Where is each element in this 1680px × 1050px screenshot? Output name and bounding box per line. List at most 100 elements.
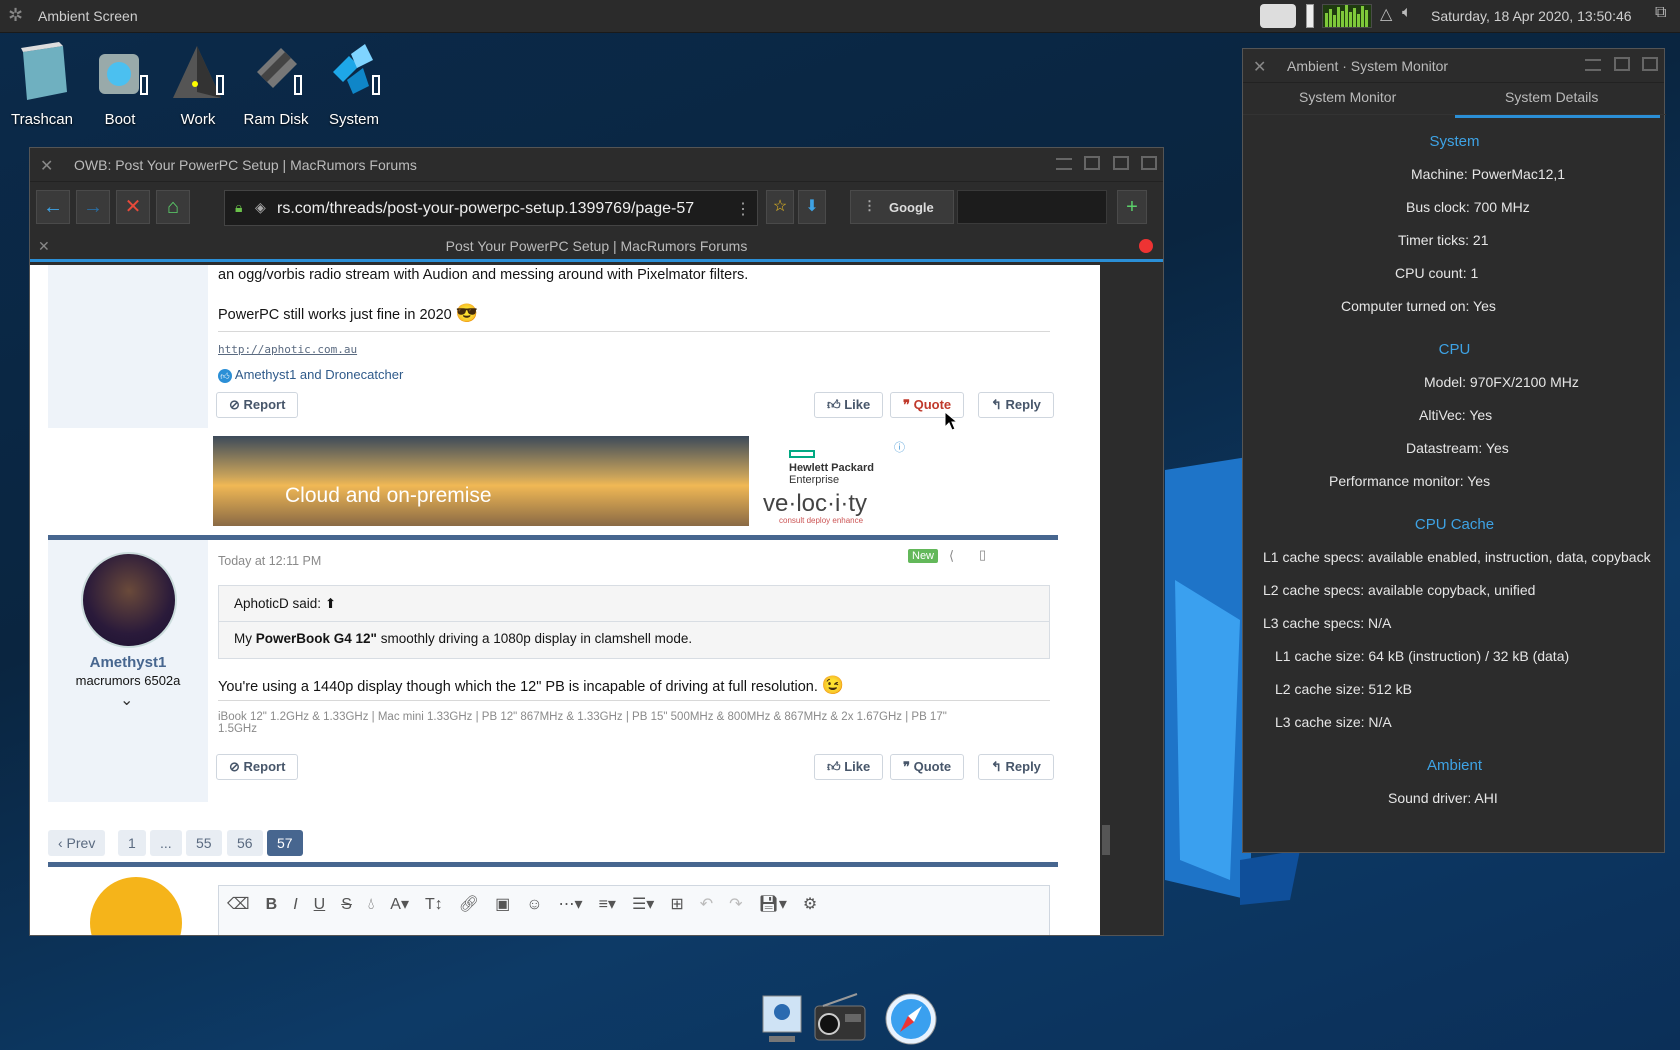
ad-info-icon[interactable]: ⓘ bbox=[894, 439, 905, 455]
external-link-icon[interactable]: ⧉ bbox=[1655, 4, 1666, 28]
page-button[interactable]: 1 bbox=[118, 830, 146, 856]
list-icon[interactable]: ☰▾ bbox=[632, 894, 654, 914]
share-icon[interactable]: ⟨ bbox=[949, 548, 954, 564]
page-scrollbar[interactable] bbox=[1100, 265, 1112, 935]
current-page-button[interactable]: 57 bbox=[267, 830, 303, 856]
clock[interactable]: Saturday, 18 Apr 2020, 13:50:46 bbox=[1431, 8, 1632, 24]
dock-radio-icon[interactable] bbox=[813, 992, 867, 1046]
more-options-icon[interactable]: ⋯▾ bbox=[559, 894, 583, 914]
dock-compass-icon[interactable] bbox=[884, 992, 938, 1046]
prev-page-button[interactable]: ‹ Prev bbox=[48, 830, 106, 856]
signature-link[interactable]: http://aphotic.com.au bbox=[218, 343, 357, 356]
align-icon[interactable]: ≡▾ bbox=[599, 894, 616, 914]
search-engine-label: Google bbox=[889, 200, 934, 215]
ad-brand: Hewlett Packard bbox=[789, 462, 874, 474]
sysmon-titlebar[interactable]: ✕ Ambient · System Monitor bbox=[1243, 49, 1664, 83]
browser-titlebar[interactable]: ✕ OWB: Post Your PowerPC Setup | MacRumo… bbox=[30, 148, 1163, 182]
advertisement[interactable]: Cloud and on-premise Hewlett Packard Ent… bbox=[213, 436, 909, 526]
scrollbar-thumb[interactable] bbox=[1102, 825, 1110, 855]
alert-icon[interactable]: △ bbox=[1380, 4, 1392, 28]
reply-editor[interactable]: ⌫ B I U S 💧︎ A▾ T↕ 🔗︎ ▣ ☺ ⋯▾ ≡▾ ☰▾ ⊞ ↶ ↷ 💾︎▾ ⚙ bbox=[218, 885, 1050, 935]
desktop-icon-ram-disk[interactable]: Ram Disk bbox=[236, 42, 316, 128]
dock-monitor-icon[interactable] bbox=[755, 992, 809, 1046]
zoom-icon[interactable] bbox=[1613, 57, 1630, 71]
depth-icon[interactable] bbox=[1141, 156, 1157, 170]
depth-icon[interactable] bbox=[1642, 57, 1658, 71]
reply-button[interactable]: ↰ Reply bbox=[978, 392, 1054, 418]
color-icon[interactable]: 💧︎ bbox=[368, 896, 374, 914]
home-button[interactable]: ⌂ bbox=[156, 190, 190, 224]
undo-icon[interactable]: ↶ bbox=[700, 894, 713, 914]
username[interactable]: Amethyst1 bbox=[48, 654, 208, 671]
camera-icon[interactable] bbox=[1260, 4, 1296, 28]
url-input[interactable]: rs.com/threads/post-your-powerpc-setup.1… bbox=[277, 200, 694, 218]
close-window-icon[interactable]: ✕ bbox=[40, 156, 53, 176]
like-button[interactable]: 👍︎ Like bbox=[814, 392, 884, 418]
underline-icon[interactable]: U bbox=[314, 896, 326, 914]
font-family-icon[interactable]: A▾ bbox=[390, 894, 409, 914]
strikethrough-icon[interactable]: S bbox=[341, 896, 352, 914]
avatar[interactable] bbox=[81, 552, 177, 648]
quote-header[interactable]: AphoticD said: ⬆ bbox=[219, 586, 1049, 622]
tab-bar: ✕ Post Your PowerPC Setup | MacRumors Fo… bbox=[30, 232, 1163, 262]
tab-system-monitor[interactable]: System Monitor bbox=[1299, 89, 1396, 105]
tab-system-details[interactable]: System Details bbox=[1505, 89, 1598, 105]
stop-button[interactable]: ✕ bbox=[116, 190, 150, 224]
smiley-icon[interactable]: ☺ bbox=[526, 896, 542, 914]
italic-icon[interactable]: I bbox=[293, 896, 297, 914]
forward-button[interactable]: → bbox=[76, 190, 110, 224]
zoom-icon[interactable] bbox=[1112, 156, 1129, 170]
bookmark-star-button[interactable]: ☆ bbox=[766, 190, 794, 224]
reactions[interactable]: 👍︎ Amethyst1 and Dronecatcher bbox=[218, 367, 403, 383]
desktop-icon-system[interactable]: System bbox=[314, 42, 394, 128]
menu-icon[interactable] bbox=[1585, 59, 1602, 71]
shield-icon: ◈ bbox=[255, 199, 266, 215]
redo-icon[interactable]: ↷ bbox=[729, 894, 742, 914]
page-ellipsis-button[interactable]: ... bbox=[150, 830, 182, 856]
link-icon[interactable]: 🔗︎ bbox=[459, 894, 479, 914]
page-button[interactable]: 55 bbox=[186, 830, 222, 856]
quote-button[interactable]: ❞ Quote bbox=[890, 754, 965, 780]
ad-brand: Enterprise bbox=[789, 474, 840, 486]
bookmark-icon[interactable]: ▯ bbox=[979, 547, 986, 563]
download-button[interactable]: ⬇ bbox=[798, 190, 826, 224]
reply-button[interactable]: ↰ Reply bbox=[978, 754, 1054, 780]
font-size-icon[interactable]: T↕ bbox=[425, 896, 443, 914]
url-bar[interactable]: 🔒︎ ◈ rs.com/threads/post-your-powerpc-se… bbox=[224, 190, 758, 226]
arrow-up-circle-icon[interactable]: ⬆ bbox=[325, 596, 336, 611]
page-button[interactable]: 56 bbox=[227, 830, 263, 856]
desktop-icon-boot[interactable]: Boot bbox=[80, 42, 160, 128]
chevron-down-icon[interactable]: ⌄ bbox=[120, 690, 133, 710]
search-input[interactable] bbox=[957, 190, 1107, 224]
close-window-icon[interactable]: ✕ bbox=[1253, 57, 1266, 77]
desktop-icon-label: Ram Disk bbox=[243, 111, 309, 128]
report-button[interactable]: ⊘ Report bbox=[216, 392, 299, 418]
bus-clock-row: Bus clock: 700 MHz bbox=[1406, 199, 1530, 215]
save-draft-icon[interactable]: 💾︎▾ bbox=[759, 894, 787, 914]
ad-tagline: ve·loc·i·ty bbox=[763, 490, 868, 517]
tab-title[interactable]: Post Your PowerPC Setup | MacRumors Foru… bbox=[30, 238, 1163, 254]
bold-icon[interactable]: B bbox=[266, 896, 278, 914]
new-tab-button[interactable]: + bbox=[1117, 190, 1147, 224]
volume-icon[interactable]: 🔈︎ bbox=[1402, 4, 1412, 28]
more-vertical-icon[interactable]: ⋮ bbox=[735, 199, 751, 219]
back-button[interactable]: ← bbox=[36, 190, 70, 224]
table-icon[interactable]: ⊞ bbox=[670, 894, 683, 914]
eraser-icon[interactable]: ⌫ bbox=[227, 894, 250, 914]
gear-icon[interactable]: ⚙ bbox=[803, 894, 817, 914]
system-monitor-window: ✕ Ambient · System Monitor System Monito… bbox=[1242, 48, 1666, 853]
menu-icon[interactable] bbox=[1055, 158, 1072, 170]
ambient-logo-icon[interactable]: ✲ bbox=[8, 5, 30, 27]
reactions-text[interactable]: Amethyst1 and Dronecatcher bbox=[235, 367, 403, 382]
desktop-icon-label: System bbox=[328, 111, 379, 128]
image-icon[interactable]: ▣ bbox=[495, 894, 510, 914]
reply-avatar bbox=[90, 877, 182, 935]
iconify-icon[interactable] bbox=[1084, 156, 1101, 170]
report-button[interactable]: ⊘ Report bbox=[216, 754, 299, 780]
search-engine-selector[interactable]: ⋮ Google bbox=[850, 190, 954, 224]
post-date[interactable]: Today at 12:11 PM bbox=[218, 554, 321, 568]
like-button[interactable]: 👍︎ Like bbox=[814, 754, 884, 780]
signature: iBook 12" 1.2GHz & 1.33GHz | Mac mini 1.… bbox=[218, 711, 947, 735]
desktop-icon-trashcan[interactable]: Trashcan bbox=[2, 42, 82, 128]
desktop-icon-work[interactable]: Work bbox=[158, 42, 238, 128]
